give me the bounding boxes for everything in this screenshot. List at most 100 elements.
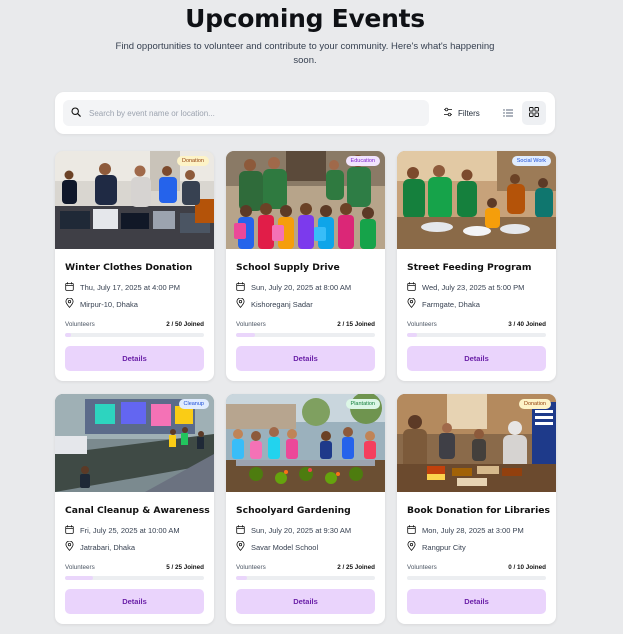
volunteers-label: Volunteers [65,564,95,571]
list-view-button[interactable] [498,102,518,124]
event-location-text: Rangpur City [422,542,466,552]
event-card: Donation Winter Clothes Donation Thu, Ju… [55,151,214,381]
event-date-text: Sun, July 20, 2025 at 8:00 AM [251,283,352,292]
event-location: Jatrabari, Dhaka [65,540,136,553]
volunteers-count: 2 / 25 Joined [337,564,375,571]
event-date: Wed, July 23, 2025 at 5:00 PM [407,282,524,293]
event-photo: Donation [55,151,214,249]
details-button[interactable]: Details [407,589,546,614]
event-card: Cleanup Canal Cleanup & Awareness Fri, J… [55,394,214,624]
event-date: Mon, July 28, 2025 at 3:00 PM [407,525,524,536]
search-input[interactable] [89,108,409,118]
event-title: Street Feeding Program [407,262,532,273]
event-location: Rangpur City [407,540,466,553]
volunteer-progress-fill [236,576,248,580]
map-pin-icon [65,540,74,553]
volunteers-label: Volunteers [236,564,266,571]
filters-label: Filters [458,108,480,118]
event-date: Fri, July 25, 2025 at 10:00 AM [65,525,180,536]
details-button[interactable]: Details [236,589,375,614]
event-photo: Plantation [226,394,385,492]
event-title: Winter Clothes Donation [65,262,193,273]
volunteers-count: 0 / 10 Joined [508,564,546,571]
event-card: Plantation Schoolyard Gardening Sun, Jul… [226,394,385,624]
event-title: Canal Cleanup & Awareness [65,505,210,516]
map-pin-icon [407,297,416,310]
details-button[interactable]: Details [407,346,546,371]
map-pin-icon [65,297,74,310]
volunteers-label: Volunteers [65,321,95,328]
list-icon [503,104,513,122]
event-location-text: Mirpur-10, Dhaka [80,299,138,309]
event-title: School Supply Drive [236,262,340,273]
event-title: Schoolyard Gardening [236,505,351,516]
grid-icon [529,104,539,122]
filters-button[interactable]: Filters [439,100,484,126]
volunteers-label: Volunteers [236,321,266,328]
details-button[interactable]: Details [65,346,204,371]
calendar-icon [407,525,416,536]
search-icon [71,104,81,122]
event-location-text: Farmgate, Dhaka [422,299,480,309]
event-location: Farmgate, Dhaka [407,297,480,310]
event-location: Savar Model School [236,540,319,553]
calendar-icon [65,282,74,293]
details-button[interactable]: Details [236,346,375,371]
category-badge: Social Work [511,156,551,166]
event-title: Book Donation for Libraries [407,505,550,516]
event-date: Sun, July 20, 2025 at 9:30 AM [236,525,351,536]
event-date-text: Mon, July 28, 2025 at 3:00 PM [422,526,524,535]
event-location: Mirpur-10, Dhaka [65,297,138,310]
event-card: Social Work Street Feeding Program Wed, … [397,151,556,381]
volunteers-count: 2 / 15 Joined [337,321,375,328]
event-date-text: Fri, July 25, 2025 at 10:00 AM [80,526,180,535]
volunteer-progress-bar [407,576,546,580]
event-location-text: Savar Model School [251,542,319,552]
category-badge: Cleanup [178,399,209,409]
volunteer-progress-bar [65,576,204,580]
event-location-text: Jatrabari, Dhaka [80,542,136,552]
category-badge: Donation [518,399,551,409]
calendar-icon [65,525,74,536]
search-box [63,100,429,126]
volunteer-progress-fill [65,333,71,337]
event-location: Kishoreganj Sadar [236,297,313,310]
event-date: Sun, July 20, 2025 at 8:00 AM [236,282,351,293]
volunteers-label: Volunteers [407,564,437,571]
event-date-text: Wed, July 23, 2025 at 5:00 PM [422,283,525,292]
event-toolbar: Filters [55,92,555,134]
event-card: Education School Supply Drive Sun, July … [226,151,385,381]
event-date: Thu, July 17, 2025 at 4:00 PM [65,282,180,293]
event-date-text: Thu, July 17, 2025 at 4:00 PM [80,283,181,292]
volunteers-count: 3 / 40 Joined [508,321,546,328]
event-photo: Social Work [397,151,556,249]
sliders-icon [443,107,453,119]
event-location-text: Kishoreganj Sadar [251,299,313,309]
map-pin-icon [236,297,245,310]
volunteers-count: 2 / 50 Joined [166,321,204,328]
volunteer-progress-fill [407,333,418,337]
volunteers-label: Volunteers [407,321,437,328]
volunteer-progress-bar [407,333,546,337]
map-pin-icon [236,540,245,553]
volunteers-count: 5 / 25 Joined [166,564,204,571]
map-pin-icon [407,540,416,553]
calendar-icon [236,525,245,536]
event-photo: Education [226,151,385,249]
category-badge: Donation [176,156,209,166]
volunteer-progress-fill [65,576,93,580]
event-card: Donation Book Donation for Libraries Mon… [397,394,556,624]
category-badge: Education [345,156,380,166]
volunteer-progress-bar [236,333,375,337]
event-date-text: Sun, July 20, 2025 at 9:30 AM [251,526,352,535]
event-photo: Cleanup [55,394,214,492]
event-photo: Donation [397,394,556,492]
calendar-icon [236,282,245,293]
volunteer-progress-bar [65,333,204,337]
volunteer-progress-fill [236,333,255,337]
details-button[interactable]: Details [65,589,204,614]
page-title: Upcoming Events [185,4,425,33]
grid-view-button[interactable] [522,101,546,125]
category-badge: Plantation [345,399,380,409]
page-subtitle: Find opportunities to volunteer and cont… [115,41,495,66]
